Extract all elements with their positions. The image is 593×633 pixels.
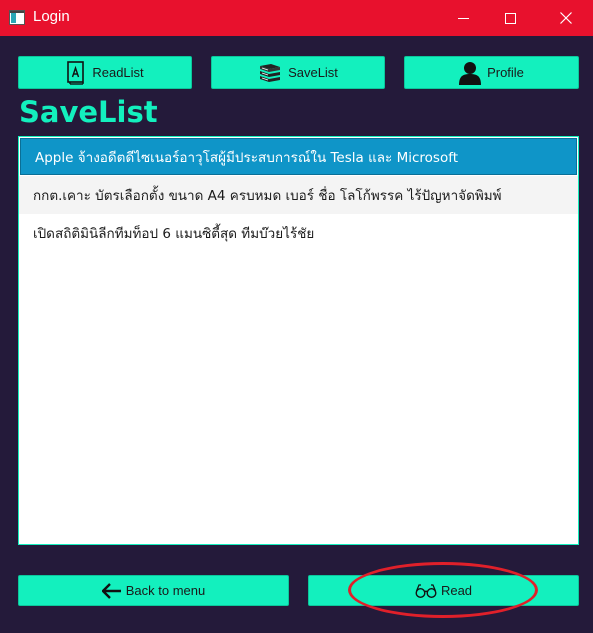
profile-label: Profile xyxy=(487,65,524,80)
minimize-button[interactable] xyxy=(440,0,486,36)
person-icon xyxy=(459,61,482,85)
list-item-text: Apple จ้างอดีตดีไซเนอร์อาวุโสผู้มีประสบก… xyxy=(35,149,459,166)
savelist-list[interactable]: Apple จ้างอดีตดีไซเนอร์อาวุโสผู้มีประสบก… xyxy=(18,136,579,545)
maximize-icon xyxy=(504,12,516,24)
book-icon xyxy=(66,60,86,85)
arrow-left-icon xyxy=(101,582,122,599)
back-to-menu-button[interactable]: Back to menu xyxy=(18,575,289,606)
minimize-icon xyxy=(457,17,469,19)
close-button[interactable] xyxy=(543,0,589,36)
savelist-label: SaveList xyxy=(288,65,338,80)
readlist-label: ReadList xyxy=(92,65,144,80)
list-item[interactable]: Apple จ้างอดีตดีไซเนอร์อาวุโสผู้มีประสบก… xyxy=(20,138,577,175)
close-icon xyxy=(560,12,572,24)
read-button[interactable]: Read xyxy=(308,575,579,606)
page-title: SaveList xyxy=(19,95,158,129)
list-item[interactable]: เปิดสถิติมินิลีกทีมท็อป 6 แมนซิตี้สุด ที… xyxy=(19,214,578,252)
list-item-text: กกต.เคาะ บัตรเลือกตั้ง ขนาด A4 ครบหมด เบ… xyxy=(33,188,502,204)
glasses-icon xyxy=(415,583,437,599)
title-bar: Login xyxy=(0,0,593,36)
savelist-button[interactable]: SaveList xyxy=(211,56,385,89)
read-label: Read xyxy=(440,583,473,598)
list-item[interactable]: กกต.เคาะ บัตรเลือกตั้ง ขนาด A4 ครบหมด เบ… xyxy=(19,176,578,214)
stacked-books-icon xyxy=(258,63,282,83)
profile-button[interactable]: Profile xyxy=(404,56,579,89)
window-title: Login xyxy=(33,8,70,25)
maximize-button[interactable] xyxy=(487,0,533,36)
app-window-icon xyxy=(9,10,25,25)
back-to-menu-label: Back to menu xyxy=(125,583,206,598)
readlist-button[interactable]: ReadList xyxy=(18,56,192,89)
list-item-text: เปิดสถิติมินิลีกทีมท็อป 6 แมนซิตี้สุด ที… xyxy=(33,226,315,242)
